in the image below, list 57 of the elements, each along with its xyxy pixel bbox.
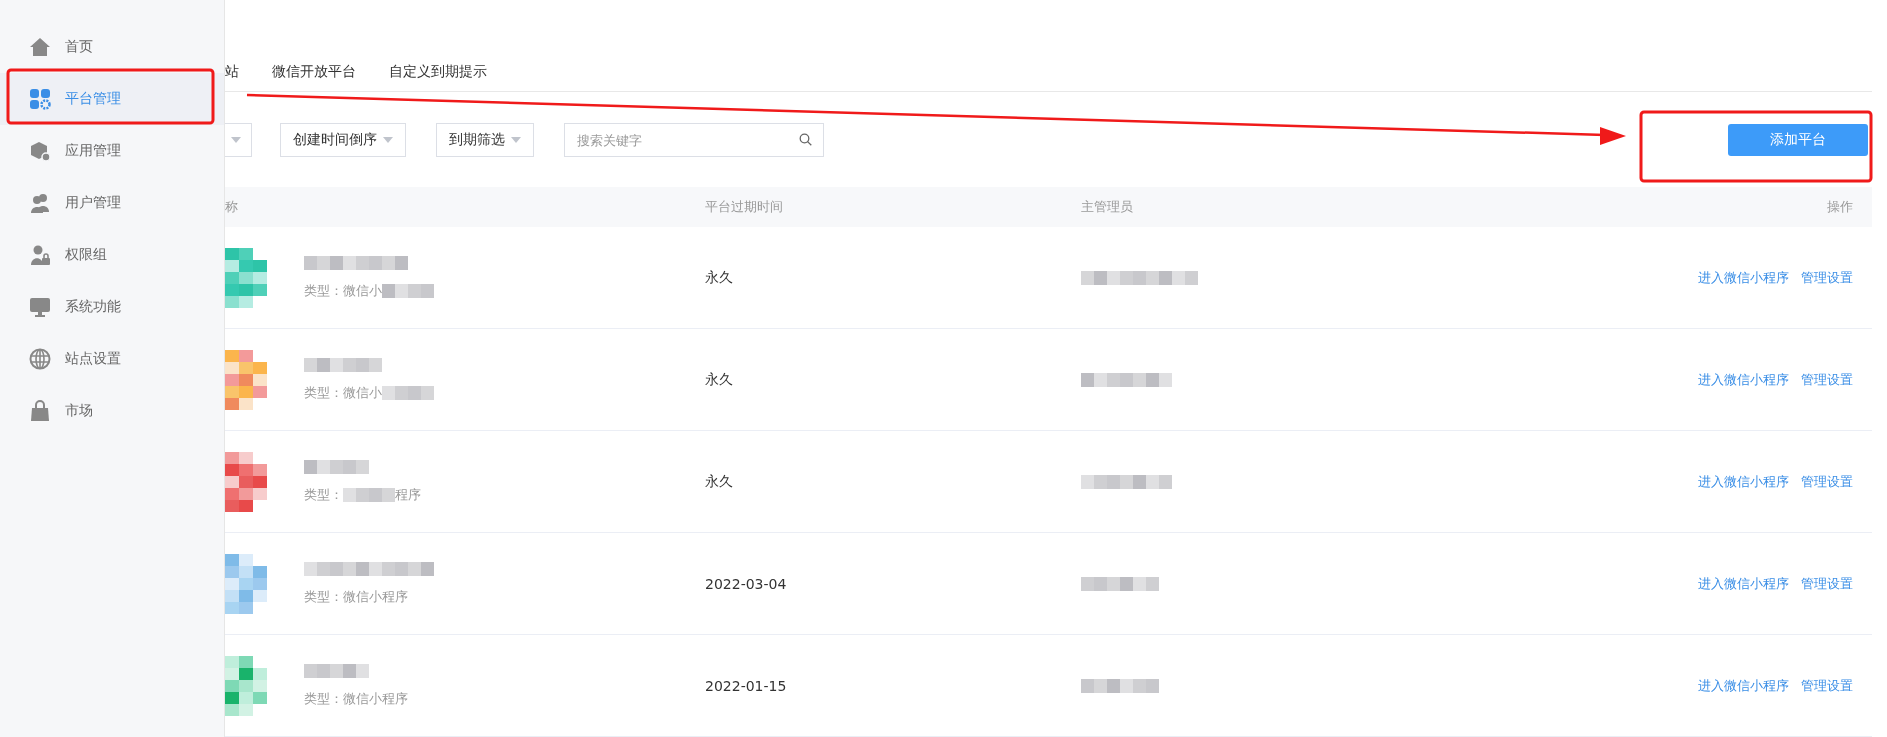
blurred-text bbox=[304, 663, 369, 678]
table-cell-text: 2022-03-04 bbox=[705, 575, 788, 592]
caret-icon bbox=[511, 137, 521, 143]
action-link[interactable]: 管理设置 bbox=[1801, 472, 1853, 491]
monitor-icon bbox=[29, 296, 51, 318]
search-field[interactable]: 搜索关键字 bbox=[564, 123, 824, 157]
box-icon bbox=[29, 140, 51, 162]
type-text: 类型：微信小 bbox=[304, 281, 382, 300]
lock-user-icon bbox=[29, 244, 51, 266]
action-link[interactable]: 管理设置 bbox=[1801, 574, 1853, 593]
table-cell-text: 永久 bbox=[705, 472, 734, 491]
column-header: 操作 bbox=[1827, 198, 1854, 216]
dropdown[interactable] bbox=[225, 123, 252, 157]
caret-icon bbox=[383, 137, 393, 143]
users-icon bbox=[29, 192, 51, 214]
table-cell-text: 永久 bbox=[705, 370, 734, 389]
dropdown[interactable]: 创建时间倒序 bbox=[280, 123, 406, 157]
blurred-text bbox=[382, 385, 434, 400]
home-icon bbox=[29, 36, 51, 58]
column-header: 平台过期时间 bbox=[705, 198, 784, 216]
action-link[interactable]: 进入微信小程序 bbox=[1698, 370, 1789, 389]
type-text: 程序 bbox=[395, 485, 421, 504]
action-link[interactable]: 管理设置 bbox=[1801, 268, 1853, 287]
sidebar-item[interactable]: 用户管理 bbox=[0, 177, 224, 229]
sidebar-item[interactable]: 市场 bbox=[0, 385, 224, 437]
type-text: 类型：微信小 bbox=[304, 383, 382, 402]
sidebar-item[interactable]: 系统功能 bbox=[0, 281, 224, 333]
caret-icon bbox=[231, 137, 241, 143]
sidebar-item[interactable]: 应用管理 bbox=[0, 125, 224, 177]
type-text: 类型：微信小程序 bbox=[304, 587, 408, 606]
action-link[interactable]: 管理设置 bbox=[1801, 370, 1853, 389]
column-header: 主管理员 bbox=[1081, 198, 1134, 216]
action-link[interactable]: 进入微信小程序 bbox=[1698, 268, 1789, 287]
type-text: 类型： bbox=[304, 485, 343, 504]
sidebar-item[interactable]: 权限组 bbox=[0, 229, 224, 281]
type-text: 类型：微信小程序 bbox=[304, 689, 408, 708]
tab[interactable]: 自定义到期提示 bbox=[389, 62, 487, 81]
dropdown[interactable]: 到期筛选 bbox=[436, 123, 534, 157]
action-link[interactable]: 进入微信小程序 bbox=[1698, 676, 1789, 695]
tab[interactable]: 站 bbox=[225, 62, 239, 81]
action-link[interactable]: 管理设置 bbox=[1801, 676, 1853, 695]
search-icon bbox=[799, 133, 812, 146]
blurred-text bbox=[304, 459, 369, 474]
action-link[interactable]: 进入微信小程序 bbox=[1698, 574, 1789, 593]
sidebar-item[interactable]: 站点设置 bbox=[0, 333, 224, 385]
table-cell-text: 2022-01-15 bbox=[705, 677, 788, 694]
sidebar-item[interactable]: 平台管理 bbox=[0, 73, 224, 125]
apps-icon bbox=[29, 88, 51, 110]
column-header: 称 bbox=[225, 198, 239, 216]
action-link[interactable]: 进入微信小程序 bbox=[1698, 472, 1789, 491]
table-cell-text: 永久 bbox=[705, 268, 734, 287]
tab[interactable]: 微信开放平台 bbox=[272, 62, 356, 81]
blurred-text bbox=[382, 283, 434, 298]
blurred-text bbox=[343, 487, 395, 502]
sidebar-item[interactable]: 首页 bbox=[0, 21, 224, 73]
bag-icon bbox=[29, 400, 51, 422]
globe-icon bbox=[29, 348, 51, 370]
